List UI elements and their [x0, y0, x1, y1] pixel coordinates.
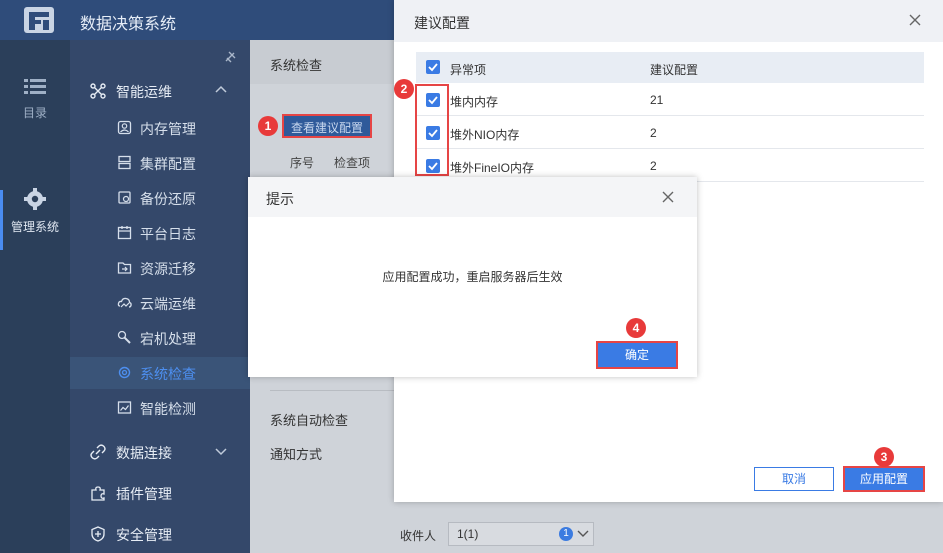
- prompt-title: 提示: [266, 191, 294, 207]
- rail-label-management: 管理系统: [10, 220, 59, 234]
- nav-item-backup[interactable]: 备份还原: [70, 182, 250, 214]
- step-marker-1: 1: [258, 116, 278, 136]
- col-header-check-item: 检查项: [334, 156, 371, 170]
- prompt-dialog: 提示 应用配置成功，重启服务器后生效 确定: [248, 177, 697, 377]
- nav-item-label: 集群配置: [140, 156, 196, 172]
- wrench-icon: [117, 330, 131, 344]
- nav-item-label: 平台日志: [140, 226, 196, 242]
- link-icon: [90, 444, 106, 460]
- step-marker-4: 4: [626, 318, 646, 338]
- app-title: 数据决策系统: [80, 16, 177, 33]
- nav-group-label: 数据连接: [116, 445, 172, 461]
- receiver-count-badge: 1: [559, 527, 573, 541]
- nav-item-label: 系统检查: [140, 366, 196, 382]
- dialog-title: 建议配置: [414, 15, 470, 31]
- receiver-select[interactable]: 1(1) 1: [448, 522, 594, 546]
- nav-item-migration[interactable]: 资源迁移: [70, 252, 250, 284]
- step-marker-2: 2: [394, 79, 414, 99]
- config-table-header: 异常项 建议配置: [416, 52, 924, 83]
- nav-group-plugins[interactable]: 插件管理: [70, 478, 250, 508]
- image-chart-icon: [117, 401, 132, 414]
- row-value: 2: [650, 126, 657, 140]
- config-row: 堆外NIO内存 2: [416, 116, 924, 149]
- rail-item-catalog[interactable]: 目录: [0, 78, 70, 121]
- chevron-down-icon: [577, 530, 589, 537]
- nav-group-ops[interactable]: 智能运维: [70, 76, 250, 106]
- apply-config-button[interactable]: 应用配置: [843, 466, 925, 492]
- nav-group-data-connection[interactable]: 数据连接: [70, 437, 250, 467]
- nav-item-label: 内存管理: [140, 121, 196, 137]
- row-value: 21: [650, 93, 664, 107]
- row-item: 堆外NIO内存: [450, 128, 520, 142]
- puzzle-icon: [91, 486, 105, 501]
- auto-check-label: 系统自动检查: [270, 413, 349, 428]
- nav-item-label: 智能检测: [140, 401, 196, 417]
- col-header-index: 序号: [290, 156, 315, 170]
- server-icon: [118, 155, 131, 170]
- cancel-button[interactable]: 取消: [754, 467, 834, 491]
- chevron-up-icon: [215, 85, 227, 93]
- check-icon: [428, 63, 438, 72]
- checkbox-highlight-box: [415, 84, 449, 176]
- dialog-header: 建议配置: [394, 0, 943, 42]
- view-recommended-config-button[interactable]: 查看建议配置: [282, 114, 372, 138]
- receiver-value: 1(1): [457, 527, 479, 541]
- cloud-chart-icon: [117, 297, 132, 308]
- config-row: 堆内内存 21: [416, 83, 924, 116]
- nav-group-label: 插件管理: [116, 486, 172, 502]
- col-header-recommended: 建议配置: [650, 63, 699, 77]
- step-marker-3: 3: [874, 447, 894, 467]
- nav-item-crash[interactable]: 宕机处理: [70, 322, 250, 354]
- receiver-label: 收件人: [400, 529, 437, 543]
- pin-icon[interactable]: [223, 50, 237, 64]
- nav-menu: 智能运维 内存管理 集群配置 备份还原 平台日志 资源迁移 云端运维 宕机处理 …: [70, 40, 250, 553]
- calendar-icon: [117, 226, 132, 240]
- cluster-icon: [90, 83, 106, 99]
- select-all-checkbox[interactable]: [426, 60, 440, 74]
- nav-item-cloud[interactable]: 云端运维: [70, 287, 250, 319]
- prompt-message: 应用配置成功，重启服务器后生效: [382, 270, 563, 284]
- notify-label: 通知方式: [270, 447, 323, 462]
- nav-item-label: 备份还原: [140, 191, 196, 207]
- nav-item-label: 资源迁移: [140, 261, 196, 277]
- list-icon: [24, 79, 46, 94]
- row-item: 堆外FineIO内存: [450, 161, 535, 175]
- left-rail: 目录 管理系统: [0, 40, 70, 553]
- close-icon[interactable]: [662, 191, 674, 203]
- nav-item-system-check[interactable]: 系统检查: [70, 357, 250, 389]
- gear-icon: [24, 188, 46, 210]
- nav-item-label: 宕机处理: [140, 331, 196, 347]
- close-icon[interactable]: [909, 14, 921, 26]
- backup-icon: [118, 191, 131, 204]
- nav-item-label: 云端运维: [140, 296, 196, 312]
- rail-item-management[interactable]: 管理系统: [0, 188, 70, 235]
- ok-button[interactable]: 确定: [596, 341, 678, 369]
- nav-group-label: 安全管理: [116, 527, 172, 543]
- logo-icon: [24, 7, 54, 33]
- memory-icon: [117, 120, 132, 135]
- chevron-down-icon: [215, 448, 227, 456]
- rail-label-catalog: 目录: [22, 106, 47, 120]
- nav-group-security[interactable]: 安全管理: [70, 519, 250, 549]
- row-item: 堆内内存: [450, 95, 499, 109]
- col-header-issue: 异常项: [450, 63, 487, 77]
- shield-icon: [91, 526, 105, 542]
- row-value: 2: [650, 159, 657, 173]
- nav-item-memory[interactable]: 内存管理: [70, 112, 250, 144]
- nav-item-logs[interactable]: 平台日志: [70, 217, 250, 249]
- breadcrumb: 系统检查: [270, 58, 323, 73]
- folder-export-icon: [117, 262, 132, 274]
- nav-item-cluster[interactable]: 集群配置: [70, 147, 250, 179]
- nav-group-label: 智能运维: [116, 84, 172, 100]
- gear-icon: [118, 366, 131, 379]
- prompt-header: 提示: [248, 177, 697, 217]
- nav-item-detection[interactable]: 智能检测: [70, 392, 250, 424]
